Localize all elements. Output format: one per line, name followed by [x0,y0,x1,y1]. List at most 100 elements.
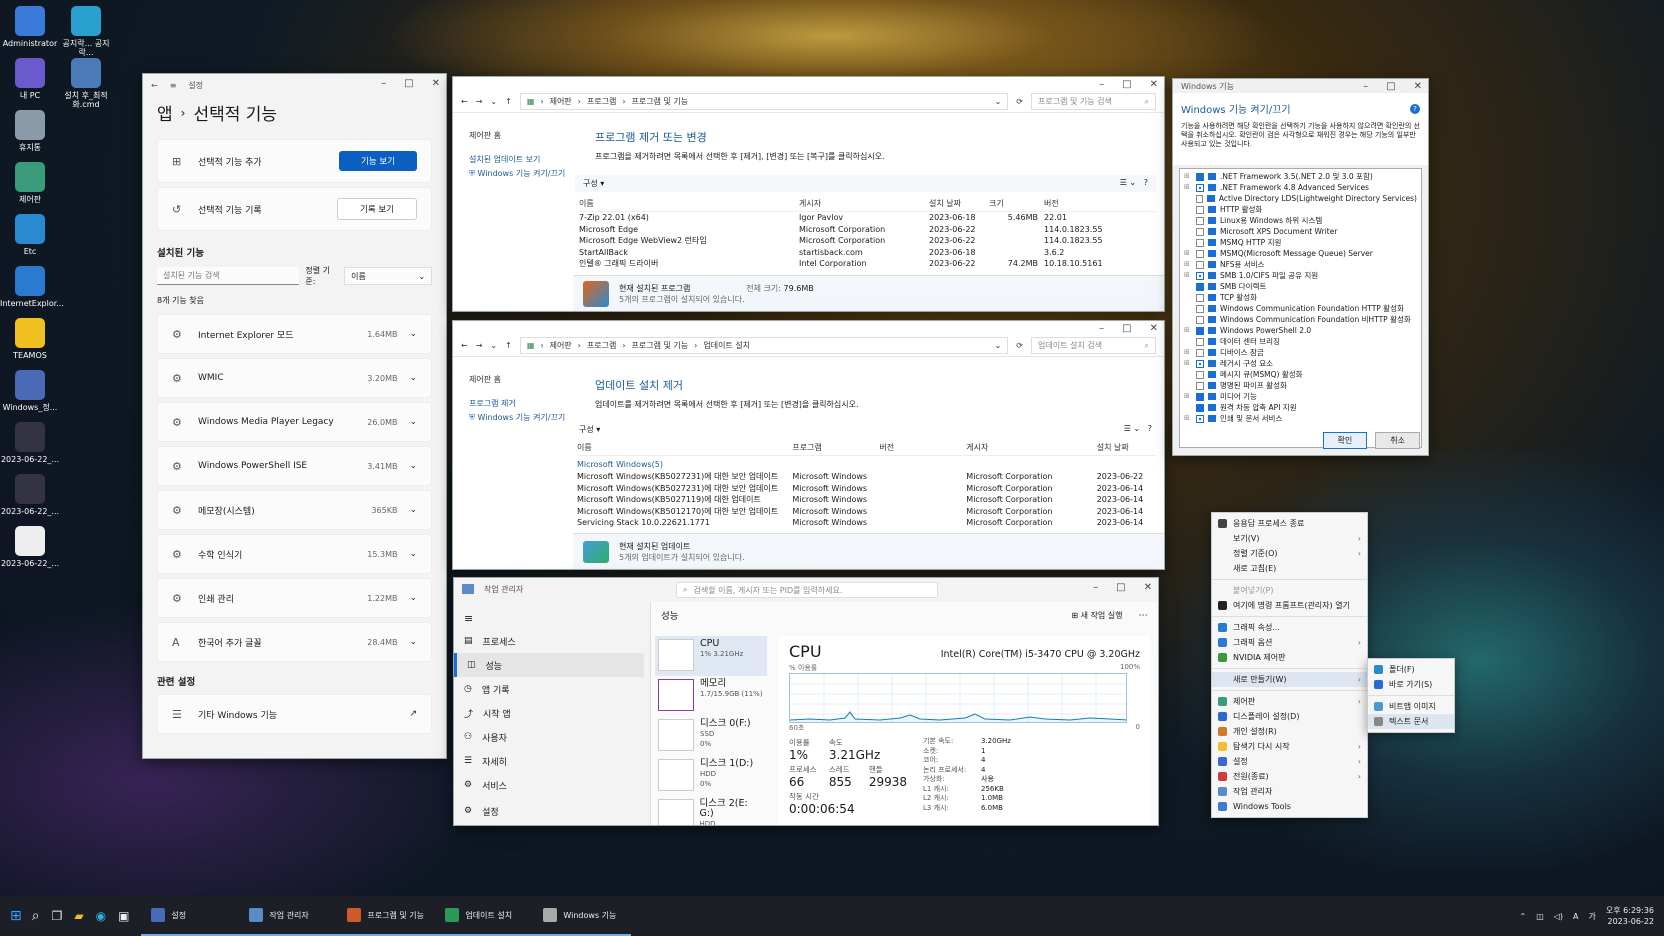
feature-checkbox[interactable] [1196,403,1204,412]
context-menu-item[interactable]: 붙여넣기(P) [1212,583,1367,598]
feature-tree-item[interactable]: ⊞ NFS용 서비스 [1184,259,1417,270]
submenu-item[interactable]: 텍스트 문서 [1368,714,1454,729]
perf-tile[interactable]: 디스크 0(F:) SSD 0% [655,716,767,756]
taskbar-app[interactable]: 프로그램 및 기능 [337,896,436,936]
ime-icon[interactable]: 가 [1589,911,1596,922]
column-header[interactable]: 게시자 [799,198,929,209]
feature-checkbox[interactable] [1196,370,1204,379]
feature-item[interactable]: ⚙ 인쇄 관리 1.22MB ⌄ [157,578,432,618]
back-icon[interactable]: ← [151,81,158,90]
column-header[interactable]: 게시자 [966,442,1096,453]
up-icon[interactable]: ↑ [505,97,512,106]
feature-tree-item[interactable]: 원격 차등 압축 API 지원 [1184,402,1417,413]
feature-tree-item[interactable]: ⊞ 미디어 기능 [1184,391,1417,402]
expand-icon[interactable]: ⊞ [1184,413,1192,424]
context-menu-item[interactable]: NVIDIA 제어판 [1212,650,1367,665]
feature-checkbox[interactable] [1195,194,1204,203]
context-menu-item[interactable]: 새로 만들기(W) › [1212,672,1367,687]
feature-tree-item[interactable]: TCP 활성화 [1184,292,1417,303]
perf-tile[interactable]: 디스크 1(D:) HDD 0% [655,756,767,796]
breadcrumb-item[interactable]: 프로그램 [587,96,616,107]
feature-tree-item[interactable]: SMB 다이렉트 [1184,281,1417,292]
nav-item[interactable]: ◫ 성능 [454,653,644,677]
chevron-down-icon[interactable]: ⌄ [490,341,497,350]
chevron-down-icon[interactable]: ⌄ [995,97,1002,106]
desktop-icon[interactable]: 설치 후_최적화.cmd [56,58,116,109]
view-features-button[interactable]: 기능 보기 [339,151,417,171]
feature-item[interactable]: A 한국어 추가 글꼴 28.4MB ⌄ [157,622,432,662]
submenu-item[interactable]: 바로 가기(S) [1368,677,1454,692]
back-icon[interactable]: ← [461,97,468,106]
search-input[interactable]: 프로그램 및 기능 검색 ⌕ [1031,93,1156,110]
feature-item[interactable]: ⚙ 메모장(시스템) 365KB ⌄ [157,490,432,530]
expand-icon[interactable]: ⊞ [1184,391,1192,402]
sidebar-home[interactable]: 제어판 홈 [469,373,567,387]
nav-item[interactable]: ◷ 앱 기록 [454,677,644,701]
chevron-down-icon[interactable]: ⌄ [490,97,497,106]
refresh-icon[interactable]: ⟳ [1016,341,1023,350]
clock[interactable]: 오후 6:29:36 2023-06-22 [1606,905,1654,927]
feature-tree-item[interactable]: HTTP 활성화 [1184,204,1417,215]
forward-icon[interactable]: → [476,341,483,350]
feature-checkbox[interactable] [1196,249,1204,258]
organize-menu[interactable]: 구성 ▾ [579,424,600,435]
sidebar-remove[interactable]: 프로그램 제거 [469,397,567,411]
expand-icon[interactable]: ⊞ [1184,171,1192,182]
breadcrumb-app[interactable]: 앱 [157,100,173,125]
search-input[interactable]: 업데이트 설치 검색 ⌕ [1031,337,1156,354]
submenu-item[interactable]: 폴더(F) [1368,662,1454,677]
feature-checkbox[interactable] [1196,315,1204,324]
hamburger-icon[interactable]: ≡ [454,608,644,629]
input-language[interactable]: A [1573,912,1578,921]
perf-tile[interactable]: CPU 1% 3.21GHz [655,636,767,676]
close-icon[interactable]: ✕ [1414,81,1422,92]
help-icon[interactable]: ? [1410,103,1420,114]
installed-search-input[interactable] [157,267,300,285]
sidebar-features[interactable]: ⛨ Windows 기능 켜기/끄기 [469,411,567,425]
taskbar-app[interactable]: 업데이트 설치 [435,896,534,936]
task-view-icon[interactable]: ❐ [52,909,63,923]
minimize-icon[interactable]: – [1093,582,1098,593]
view-history-button[interactable]: 기록 보기 [337,198,417,220]
desktop-icon[interactable]: Windows_정... [0,370,60,412]
expand-icon[interactable]: ⊞ [1184,358,1192,369]
desktop-icon[interactable]: InternetExplor... [0,266,64,308]
desktop-icon[interactable]: 공지락... 공지락... [56,6,116,57]
chevron-down-icon[interactable]: ⌄ [409,461,417,471]
perf-tile[interactable]: 디스크 2(E: G:)HDD0% [655,796,767,825]
sidebar-home[interactable]: 제어판 홈 [469,129,567,143]
expand-icon[interactable]: ⊞ [1184,325,1192,336]
table-row[interactable]: Microsoft Windows(KB5027231)에 대한 보안 업데이트… [577,471,1156,483]
context-menu-item[interactable]: 응용답 프로세스 종료 [1212,516,1367,531]
chevron-down-icon[interactable]: ⌄ [409,505,417,515]
table-row[interactable]: StartAllBack startisback.com 2023-06-18 3.6… [579,247,1156,259]
chevron-down-icon[interactable]: ⌄ [409,417,417,427]
close-icon[interactable]: ✕ [432,78,440,89]
feature-checkbox[interactable] [1196,414,1204,423]
feature-tree-item[interactable]: 메시지 큐(MSMQ) 활성화 [1184,369,1417,380]
context-menu-item[interactable]: 여기에 명령 프롬프트(관리자) 열기 [1212,598,1367,613]
feature-tree-item[interactable]: Windows Communication Foundation HTTP 활성… [1184,303,1417,314]
expand-icon[interactable]: ⊞ [1184,270,1192,281]
table-row[interactable]: 인텔® 그래픽 드라이버 Intel Corporation 2023-06-22 7… [579,258,1156,270]
table-row[interactable]: 7-Zip 22.01 (x64) Igor Pavlov 2023-06-18 5.… [579,212,1156,224]
column-header[interactable]: 설치 날짜 [1097,442,1156,453]
chevron-down-icon[interactable]: ⌄ [409,329,417,339]
breadcrumb-item[interactable]: 프로그램 및 기능 [632,96,689,107]
breadcrumb-item[interactable]: 제어판 [550,96,572,107]
feature-checkbox[interactable] [1196,282,1204,291]
up-icon[interactable]: ↑ [505,341,512,350]
context-menu-item[interactable]: 작업 관리자 [1212,784,1367,799]
desktop-icon[interactable]: 2023-06-22_... [0,422,60,464]
maximize-icon[interactable]: □ [404,78,413,89]
nav-item[interactable]: ☰ 자세히 [454,749,644,773]
maximize-icon[interactable]: □ [1116,582,1125,593]
tray-chevron-icon[interactable]: ⌃ [1519,912,1526,921]
feature-tree-item[interactable]: Windows Communication Foundation 비HTTP 활… [1184,314,1417,325]
column-header[interactable]: 설치 날짜 [929,198,989,209]
feature-tree-item[interactable]: ⊞ 인쇄 및 문서 서비스 [1184,413,1417,424]
feature-checkbox[interactable] [1196,172,1204,181]
chevron-down-icon[interactable]: ⌄ [409,637,417,647]
feature-item[interactable]: ⚙ 수학 인식기 15.3MB ⌄ [157,534,432,574]
group-header[interactable]: Microsoft Windows(5) [577,458,1156,471]
